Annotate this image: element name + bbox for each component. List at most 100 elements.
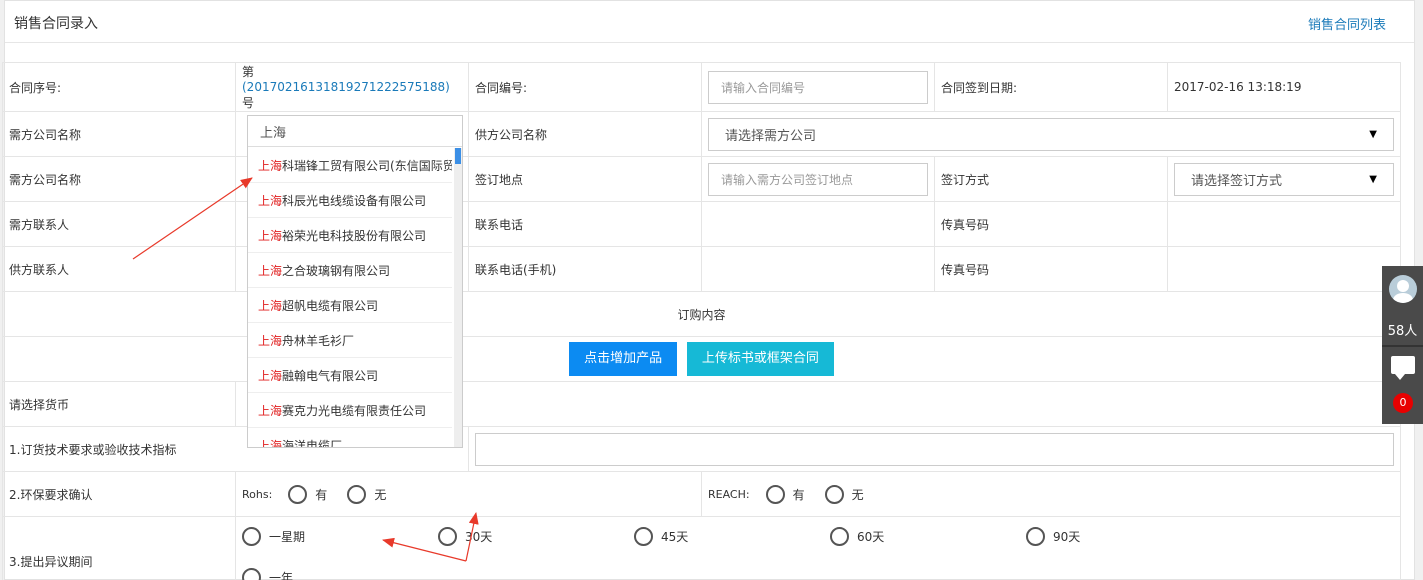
fax-label-2: 传真号码 — [934, 246, 1168, 292]
dropdown-option[interactable]: 上海 裕荣光电科技股份有限公司 — [248, 218, 452, 253]
objection-option[interactable]: 一年 — [242, 568, 438, 580]
option-text: 舟林羊毛衫厂 — [282, 333, 355, 348]
dropdown-option[interactable]: 上海 海洋电缆厂 — [248, 428, 452, 448]
objection-cell: 一星期 30天 45天 60天 90天 一年 — [235, 516, 1401, 580]
objection-radio[interactable] — [830, 527, 849, 546]
reach-radio-group: REACH: 有 无 — [708, 484, 1394, 504]
rohs-cell: Rohs: 有 无 — [235, 471, 702, 517]
option-text: 科辰光电线缆设备有限公司 — [282, 193, 427, 208]
reach-yes-radio[interactable] — [765, 484, 785, 504]
dropdown-option[interactable]: 上海 舟林羊毛衫厂 — [248, 323, 452, 358]
mobile-label: 联系电话(手机) — [468, 246, 702, 292]
option-text: 海洋电缆厂 — [282, 438, 343, 448]
chat-bubble-icon[interactable] — [1391, 356, 1415, 380]
rohs-yes-radio[interactable] — [288, 484, 308, 504]
contract-list-link[interactable]: 销售合同列表 — [1308, 14, 1386, 33]
row-env: 2.环保要求确认 Rohs: 有 无 REACH: 有 无 — [2, 471, 1401, 517]
page-title: 销售合同录入 — [14, 16, 98, 32]
match-highlight: 上海 — [258, 403, 283, 418]
contract-no-input[interactable]: 请输入合同编号 — [708, 70, 928, 104]
seq-number: (20170216131819271222575188) — [242, 80, 450, 94]
row-contract-seq: 合同序号: 第 (20170216131819271222575188) 号 合… — [2, 62, 1401, 112]
buyer-company-label: 需方公司名称 — [2, 111, 236, 157]
objection-radio[interactable] — [1026, 527, 1045, 546]
objection-radio[interactable] — [242, 527, 261, 546]
match-highlight: 上海 — [258, 228, 283, 243]
match-highlight: 上海 — [258, 438, 283, 448]
sign-place-input[interactable]: 请输入需方公司签订地点 — [708, 162, 928, 196]
objection-option-label: 60天 — [857, 530, 885, 544]
objection-radio[interactable] — [242, 568, 261, 580]
sign-method-label: 签订方式 — [934, 156, 1168, 202]
option-text: 赛克力光电缆有限责任公司 — [282, 403, 427, 418]
mobile-cell[interactable] — [701, 246, 935, 292]
objection-option[interactable]: 90天 — [1026, 527, 1222, 546]
sign-method-select[interactable]: 请选择签订方式 ▼ — [1174, 162, 1394, 196]
add-product-button[interactable]: 点击增加产品 — [569, 342, 678, 376]
buyer-company-label-2: 需方公司名称 — [2, 156, 236, 202]
tech-requirement-input[interactable] — [475, 432, 1394, 466]
dropdown-option[interactable]: 上海 超帆电缆有限公司 — [248, 288, 452, 323]
floating-side-panel: 58人 0 — [1382, 266, 1423, 424]
buyer-company-dropdown: 上海 上海 科瑞锋工贸有限公司(东信国际贸 上海 科辰光电线缆设备有限公司 上海 裕荣… — [247, 115, 463, 448]
online-count: 58人 — [1387, 324, 1418, 339]
supplier-company-select[interactable]: 请选择需方公司 ▼ — [708, 117, 1394, 151]
dropdown-option[interactable]: 上海 赛克力光电缆有限责任公司 — [248, 393, 452, 428]
sign-method-text: 请选择签订方式 — [1191, 173, 1283, 189]
objection-radio[interactable] — [438, 527, 457, 546]
sign-date-label: 合同签到日期: — [934, 62, 1168, 112]
option-text: 融翰电气有限公司 — [282, 368, 379, 383]
objection-radio[interactable] — [634, 527, 653, 546]
contract-seq-label: 合同序号: — [2, 62, 236, 112]
rohs-no-label: 无 — [374, 487, 387, 502]
objection-option-label: 30天 — [465, 530, 493, 544]
reach-label: REACH: — [708, 487, 750, 501]
sign-place-label: 签订地点 — [468, 156, 702, 202]
row-company: 需方公司名称 供方公司名称 请选择需方公司 ▼ — [2, 111, 1401, 157]
objection-option[interactable]: 45天 — [634, 527, 830, 546]
supplier-company-label: 供方公司名称 — [468, 111, 702, 157]
order-buttons-cell: 点击增加产品 上传标书或框架合同 — [2, 336, 1401, 382]
rohs-radio-group: Rohs: 有 无 — [242, 484, 695, 504]
order-content-title: 订购内容 — [2, 291, 1401, 337]
supplier-select-text: 请选择需方公司 — [725, 128, 817, 144]
tech-requirement-cell — [468, 426, 1401, 472]
objection-option[interactable]: 60天 — [830, 527, 1026, 546]
option-text: 裕荣光电科技股份有限公司 — [282, 228, 427, 243]
objection-option[interactable]: 一星期 — [242, 527, 438, 546]
user-avatar-icon[interactable] — [1389, 275, 1417, 303]
rohs-yes-label: 有 — [315, 487, 328, 502]
row-buyer-contact: 需方联系人 联系电话 传真号码 — [2, 201, 1401, 247]
option-text: 之合玻璃钢有限公司 — [282, 263, 391, 278]
dropdown-option[interactable]: 上海 之合玻璃钢有限公司 — [248, 253, 452, 288]
caret-down-icon: ▼ — [1369, 128, 1377, 140]
buyer-company-search-input[interactable]: 上海 — [248, 116, 462, 147]
dropdown-option[interactable]: 上海 融翰电气有限公司 — [248, 358, 452, 393]
fax-cell[interactable] — [1167, 201, 1401, 247]
reach-no-radio[interactable] — [824, 484, 844, 504]
dropdown-scroll-thumb[interactable] — [455, 148, 461, 164]
dropdown-scrollbar[interactable] — [454, 148, 462, 447]
upload-contract-button[interactable]: 上传标书或框架合同 — [686, 342, 834, 376]
row-tech: 1.订货技术要求或验收技术指标 — [2, 426, 1401, 472]
rohs-label: Rohs: — [242, 487, 273, 501]
reach-cell: REACH: 有 无 — [701, 471, 1401, 517]
match-highlight: 上海 — [258, 298, 283, 313]
objection-option[interactable]: 30天 — [438, 527, 634, 546]
row-order-buttons: 点击增加产品 上传标书或框架合同 — [2, 336, 1401, 382]
match-highlight: 上海 — [258, 263, 283, 278]
objection-option-label: 一星期 — [269, 530, 306, 544]
contract-no-cell: 请输入合同编号 — [701, 62, 935, 112]
objection-label: 3.提出异议期间 — [2, 516, 236, 580]
match-highlight: 上海 — [258, 193, 283, 208]
phone-cell[interactable] — [701, 201, 935, 247]
fax-cell-2[interactable] — [1167, 246, 1401, 292]
sign-date-value: 2017-02-16 13:18:19 — [1167, 62, 1401, 112]
message-count-badge: 0 — [1393, 393, 1413, 413]
contract-form-table: 合同序号: 第 (20170216131819271222575188) 号 合… — [2, 62, 1401, 580]
dropdown-option[interactable]: 上海 科辰光电线缆设备有限公司 — [248, 183, 452, 218]
dropdown-option[interactable]: 上海 科瑞锋工贸有限公司(东信国际贸 — [248, 148, 452, 183]
sign-place-cell: 请输入需方公司签订地点 — [701, 156, 935, 202]
rohs-no-radio[interactable] — [347, 484, 367, 504]
match-highlight: 上海 — [258, 368, 283, 383]
